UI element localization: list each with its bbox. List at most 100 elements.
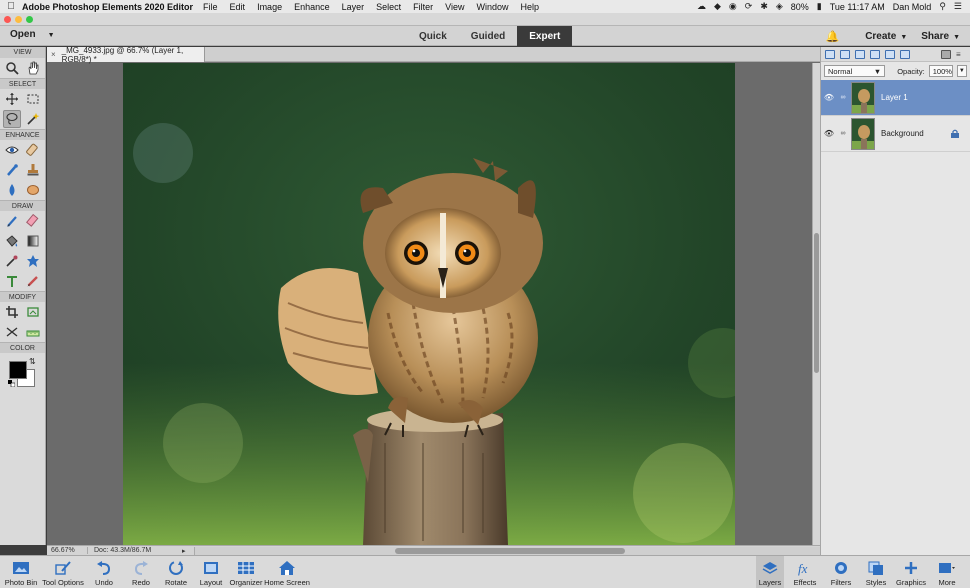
adjustment-layer-icon[interactable] — [855, 49, 865, 59]
organizer-button[interactable]: Organizer — [229, 556, 263, 588]
new-layer-icon[interactable] — [825, 49, 835, 59]
clone-stamp-tool-icon[interactable] — [24, 161, 42, 179]
lock-transparent-icon[interactable] — [885, 49, 895, 59]
horizontal-scrollbar[interactable] — [194, 546, 820, 555]
user-name[interactable]: Dan Mold — [893, 2, 932, 12]
menu-select[interactable]: Select — [376, 2, 401, 12]
sync-icon[interactable]: ⟳ — [745, 1, 753, 12]
gradient-tool-icon[interactable] — [24, 232, 42, 250]
hand-tool-icon[interactable] — [24, 59, 42, 77]
sponge-tool-icon[interactable] — [24, 181, 42, 199]
bluetooth-icon[interactable]: ✱ — [760, 1, 768, 12]
menu-layer[interactable]: Layer — [342, 2, 365, 12]
filters-button[interactable]: Filters — [826, 556, 856, 588]
new-group-icon[interactable] — [840, 49, 850, 59]
default-colors-icon[interactable] — [8, 380, 15, 387]
creative-cloud-icon[interactable]: ☁ — [697, 1, 706, 12]
crop-tool-icon[interactable] — [3, 303, 21, 321]
eyedropper-tool-icon[interactable] — [3, 252, 21, 270]
link-icon[interactable]: ∞ — [837, 94, 849, 101]
move-tool-icon[interactable] — [3, 90, 21, 108]
type-tool-icon[interactable] — [3, 272, 21, 290]
pencil-tool-icon[interactable] — [24, 272, 42, 290]
marquee-tool-icon[interactable] — [24, 90, 42, 108]
recompose-tool-icon[interactable] — [24, 303, 42, 321]
menu-image[interactable]: Image — [257, 2, 282, 12]
vertical-scroll-thumb[interactable] — [814, 233, 819, 373]
content-aware-move-tool-icon[interactable] — [3, 323, 21, 341]
spot-healing-tool-icon[interactable] — [24, 141, 42, 159]
graphics-button[interactable]: Graphics — [895, 556, 927, 588]
magic-wand-tool-icon[interactable] — [24, 110, 42, 128]
layer-row-layer-1[interactable]: 👁 ∞ Layer 1 — [821, 80, 970, 116]
opacity-dropdown-icon[interactable]: ▼ — [956, 65, 967, 77]
menu-window[interactable]: Window — [477, 2, 509, 12]
tab-quick[interactable]: Quick — [407, 26, 459, 46]
visibility-eye-icon[interactable]: 👁 — [821, 93, 837, 102]
link-icon[interactable]: ∞ — [837, 130, 849, 137]
menu-help[interactable]: Help — [521, 2, 540, 12]
brush-tool-icon[interactable] — [3, 212, 21, 230]
dropbox-icon[interactable]: ◆ — [714, 1, 721, 12]
redo-button[interactable]: Redo — [126, 556, 156, 588]
layer-mask-icon[interactable] — [870, 49, 880, 59]
create-button[interactable]: Create ▼ — [865, 31, 907, 42]
open-button[interactable]: Open ▼ — [10, 29, 55, 40]
effects-button[interactable]: fx Effects — [790, 556, 820, 588]
paint-bucket-tool-icon[interactable] — [3, 232, 21, 250]
more-button[interactable]: More — [932, 556, 962, 588]
minimize-window-button[interactable] — [15, 15, 22, 23]
zoom-window-button[interactable] — [26, 15, 33, 23]
panel-menu-icon[interactable]: ≡ — [956, 50, 968, 59]
zoom-level[interactable]: 66.67% — [47, 547, 87, 554]
layers-panel-button[interactable]: Layers — [756, 556, 784, 588]
visibility-eye-icon[interactable]: 👁 — [821, 129, 837, 138]
undo-button[interactable]: Undo — [90, 556, 118, 588]
custom-shape-tool-icon[interactable] — [24, 252, 42, 270]
menu-view[interactable]: View — [445, 2, 464, 12]
close-window-button[interactable] — [4, 15, 11, 23]
swap-colors-icon[interactable]: ⇅ — [29, 357, 36, 366]
app-name[interactable]: Adobe Photoshop Elements 2020 Editor — [22, 2, 193, 12]
menu-filter[interactable]: Filter — [413, 2, 433, 12]
vpn-icon[interactable]: ◉ — [729, 1, 737, 12]
menu-file[interactable]: File — [203, 2, 218, 12]
document-tab[interactable]: × _MG_4933.jpg @ 66.7% (Layer 1, RGB/8*)… — [47, 46, 205, 64]
blend-mode-select[interactable]: Normal ▼ — [824, 65, 886, 77]
share-button[interactable]: Share ▼ — [921, 31, 960, 42]
menu-edit[interactable]: Edit — [230, 2, 246, 12]
opacity-input[interactable]: 100% — [928, 65, 953, 77]
close-tab-icon[interactable]: × — [51, 50, 56, 59]
apple-icon[interactable]:  — [0, 1, 22, 12]
tool-options-button[interactable]: Tool Options — [41, 556, 85, 588]
status-menu-arrow-icon[interactable]: ▸ — [182, 547, 194, 555]
menu-enhance[interactable]: Enhance — [294, 2, 330, 12]
blur-tool-icon[interactable] — [3, 181, 21, 199]
spotlight-icon[interactable]: ⚲ — [939, 1, 946, 12]
red-eye-tool-icon[interactable] — [3, 141, 21, 159]
photo-bin-button[interactable]: Photo Bin — [4, 556, 38, 588]
vertical-scrollbar[interactable] — [812, 63, 820, 545]
clock[interactable]: Tue 11:17 AM — [830, 2, 885, 12]
wifi-icon[interactable]: ◈ — [776, 1, 783, 12]
control-center-icon[interactable]: ☰ — [954, 1, 962, 12]
trash-icon[interactable] — [941, 49, 951, 59]
layer-lock-icon[interactable] — [950, 129, 960, 138]
home-screen-button[interactable]: Home Screen — [264, 556, 310, 588]
lock-all-icon[interactable] — [900, 49, 910, 59]
layout-button[interactable]: Layout — [197, 556, 225, 588]
tab-guided[interactable]: Guided — [459, 26, 517, 46]
image-canvas[interactable] — [123, 63, 735, 545]
straighten-tool-icon[interactable] — [24, 323, 42, 341]
notification-bell-icon[interactable]: 🔔 — [825, 30, 839, 43]
battery-icon[interactable]: ▮ — [817, 1, 822, 12]
layer-row-background[interactable]: 👁 ∞ Background — [821, 116, 970, 152]
rotate-button[interactable]: Rotate — [160, 556, 192, 588]
lasso-tool-icon[interactable] — [3, 110, 22, 128]
styles-button[interactable]: Styles — [861, 556, 891, 588]
eraser-tool-icon[interactable] — [24, 212, 42, 230]
zoom-tool-icon[interactable] — [3, 59, 21, 77]
smart-brush-tool-icon[interactable] — [3, 161, 21, 179]
tab-expert[interactable]: Expert — [517, 26, 573, 46]
horizontal-scroll-thumb[interactable] — [395, 547, 625, 554]
